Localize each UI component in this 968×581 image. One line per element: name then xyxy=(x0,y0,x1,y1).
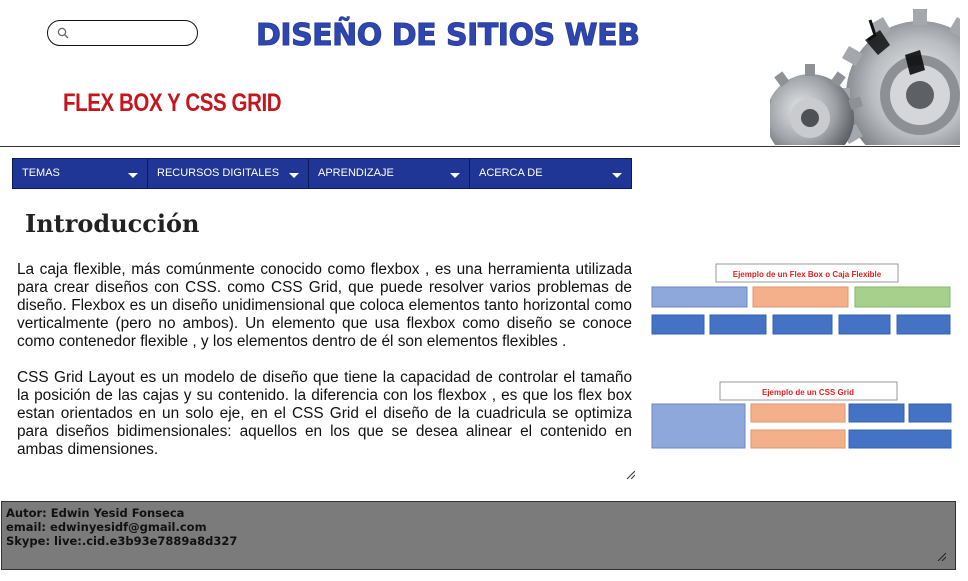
nav-item-label: ACERCA DE xyxy=(479,167,543,179)
nav-item-recursos-digitales[interactable]: RECURSOS DIGITALES xyxy=(148,159,309,188)
grid-caption: Ejemplo de un CSS Grid xyxy=(762,388,854,397)
resize-handle-icon[interactable] xyxy=(937,552,946,561)
flexbox-grid-example-image: Ejemplo de un Flex Box o Caja Flexible E… xyxy=(648,262,953,452)
search-input[interactable] xyxy=(47,20,198,46)
resize-handle-icon[interactable] xyxy=(626,470,635,479)
paragraph-flexbox: La caja flexible, más comúnmente conocid… xyxy=(17,261,632,350)
gears-image xyxy=(770,0,960,145)
flex-caption: Ejemplo de un Flex Box o Caja Flexible xyxy=(733,270,882,279)
caret-down-icon xyxy=(450,173,460,178)
footer-skype: Skype: live:.cid.e3b93e7889a8d327 xyxy=(6,534,238,548)
main-nav: TEMAS RECURSOS DIGITALES APRENDIZAJE ACE… xyxy=(12,158,632,189)
nav-item-label: RECURSOS DIGITALES xyxy=(157,167,280,179)
header-divider xyxy=(0,146,960,147)
nav-item-label: TEMAS xyxy=(22,167,60,179)
nav-item-temas[interactable]: TEMAS xyxy=(13,159,148,188)
search-icon xyxy=(57,27,69,39)
footer-email: email: edwinyesidf@gmail.com xyxy=(6,520,207,534)
caret-down-icon xyxy=(128,173,138,178)
footer: Autor: Edwin Yesid Fonseca email: edwiny… xyxy=(1,501,956,570)
header: DISEÑO DE SITIOS WEB FLEX BOX Y CSS GRID xyxy=(0,0,968,146)
caret-down-icon xyxy=(289,173,299,178)
nav-item-label: APRENDIZAJE xyxy=(318,167,394,179)
nav-item-acerca-de[interactable]: ACERCA DE xyxy=(470,159,631,188)
page-subtitle: FLEX BOX Y CSS GRID xyxy=(63,89,282,117)
footer-author: Autor: Edwin Yesid Fonseca xyxy=(6,506,185,520)
nav-item-aprendizaje[interactable]: APRENDIZAJE xyxy=(309,159,470,188)
page-title: Introducción xyxy=(25,209,200,238)
site-title: DISEÑO DE SITIOS WEB xyxy=(255,18,640,54)
paragraph-grid: CSS Grid Layout es un modelo de diseño q… xyxy=(17,369,632,458)
intro-textarea[interactable]: La caja flexible, más comúnmente conocid… xyxy=(14,259,638,482)
caret-down-icon xyxy=(612,173,622,178)
